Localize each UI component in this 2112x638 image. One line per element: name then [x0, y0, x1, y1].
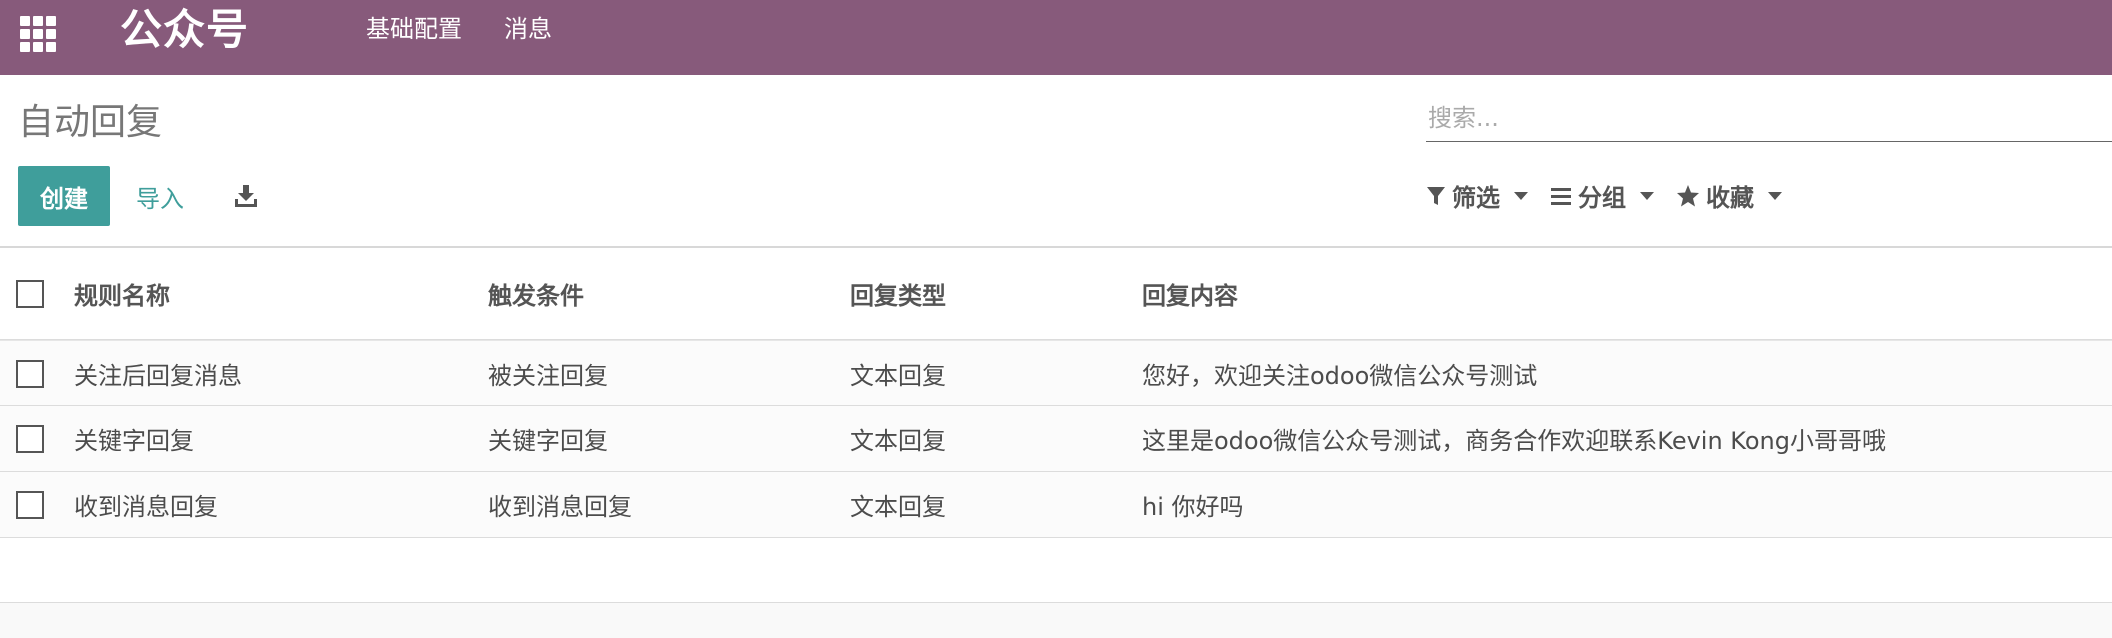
cell-trigger: 关键字回复 — [488, 427, 608, 455]
table-row[interactable]: 关键字回复 关键字回复 文本回复 这里是odoo微信公众号测试，商务合作欢迎联系… — [0, 406, 2112, 472]
groupby-dropdown[interactable]: 分组 — [1550, 178, 1654, 213]
menu-item-messages[interactable]: 消息 — [504, 14, 552, 44]
star-icon — [1677, 184, 1699, 206]
caret-down-icon — [1640, 191, 1654, 200]
row-checkbox[interactable] — [16, 360, 44, 388]
table-row[interactable]: 关注后回复消息 被关注回复 文本回复 您好，欢迎关注odoo微信公众号测试 — [0, 340, 2112, 406]
menu-item-basic-config[interactable]: 基础配置 — [366, 14, 462, 44]
cell-trigger: 收到消息回复 — [488, 493, 632, 521]
top-navbar: 公众号 基础配置 消息 — [0, 0, 2112, 75]
cell-rule-name: 收到消息回复 — [74, 493, 218, 521]
cell-rule-name: 关键字回复 — [74, 427, 194, 455]
column-header-rule-name[interactable]: 规则名称 — [74, 248, 170, 339]
search-bar — [1426, 96, 2112, 142]
cell-reply-type: 文本回复 — [850, 427, 946, 455]
cell-reply-type: 文本回复 — [850, 493, 946, 521]
select-all-checkbox[interactable] — [16, 280, 44, 308]
caret-down-icon — [1768, 191, 1782, 200]
list-view-table: 规则名称 触发条件 回复类型 回复内容 关注后回复消息 被关注回复 文本回复 您… — [0, 248, 2112, 538]
search-input[interactable] — [1426, 96, 2112, 140]
download-icon — [235, 185, 257, 207]
create-button[interactable]: 创建 — [18, 166, 110, 226]
cell-trigger: 被关注回复 — [488, 361, 608, 390]
cell-rule-name: 关注后回复消息 — [74, 361, 242, 390]
main-menu: 基础配置 消息 — [366, 14, 552, 44]
filters-dropdown[interactable]: 筛选 — [1426, 178, 1528, 213]
app-brand[interactable]: 公众号 — [120, 2, 249, 58]
caret-down-icon — [1514, 191, 1528, 200]
table-header: 规则名称 触发条件 回复类型 回复内容 — [0, 248, 2112, 340]
search-options: 筛选 分组 收藏 — [1426, 178, 1782, 213]
cell-reply-type: 文本回复 — [850, 361, 946, 390]
table-row[interactable]: 收到消息回复 收到消息回复 文本回复 hi 你好吗 — [0, 472, 2112, 538]
download-button[interactable] — [226, 178, 266, 214]
column-header-trigger[interactable]: 触发条件 — [488, 248, 584, 339]
row-checkbox[interactable] — [16, 491, 44, 519]
column-header-reply-type[interactable]: 回复类型 — [850, 248, 946, 339]
apps-menu-icon[interactable] — [16, 12, 56, 52]
bars-icon — [1551, 187, 1571, 205]
import-button[interactable]: 导入 — [124, 166, 196, 226]
filters-label: 筛选 — [1452, 184, 1500, 212]
cell-reply-content: 这里是odoo微信公众号测试，商务合作欢迎联系Kevin Kong小哥哥哦 — [1142, 427, 1886, 455]
breadcrumb-title: 自动回复 — [18, 102, 163, 143]
row-checkbox[interactable] — [16, 425, 44, 453]
cell-reply-content: hi 你好吗 — [1142, 493, 1244, 521]
favorites-label: 收藏 — [1706, 184, 1754, 212]
filter-icon — [1427, 186, 1445, 205]
column-header-reply-content[interactable]: 回复内容 — [1142, 248, 1238, 339]
favorites-dropdown[interactable]: 收藏 — [1676, 178, 1782, 213]
table-footer-area — [0, 602, 2112, 638]
cell-reply-content: 您好，欢迎关注odoo微信公众号测试 — [1142, 361, 1538, 390]
groupby-label: 分组 — [1578, 184, 1626, 212]
